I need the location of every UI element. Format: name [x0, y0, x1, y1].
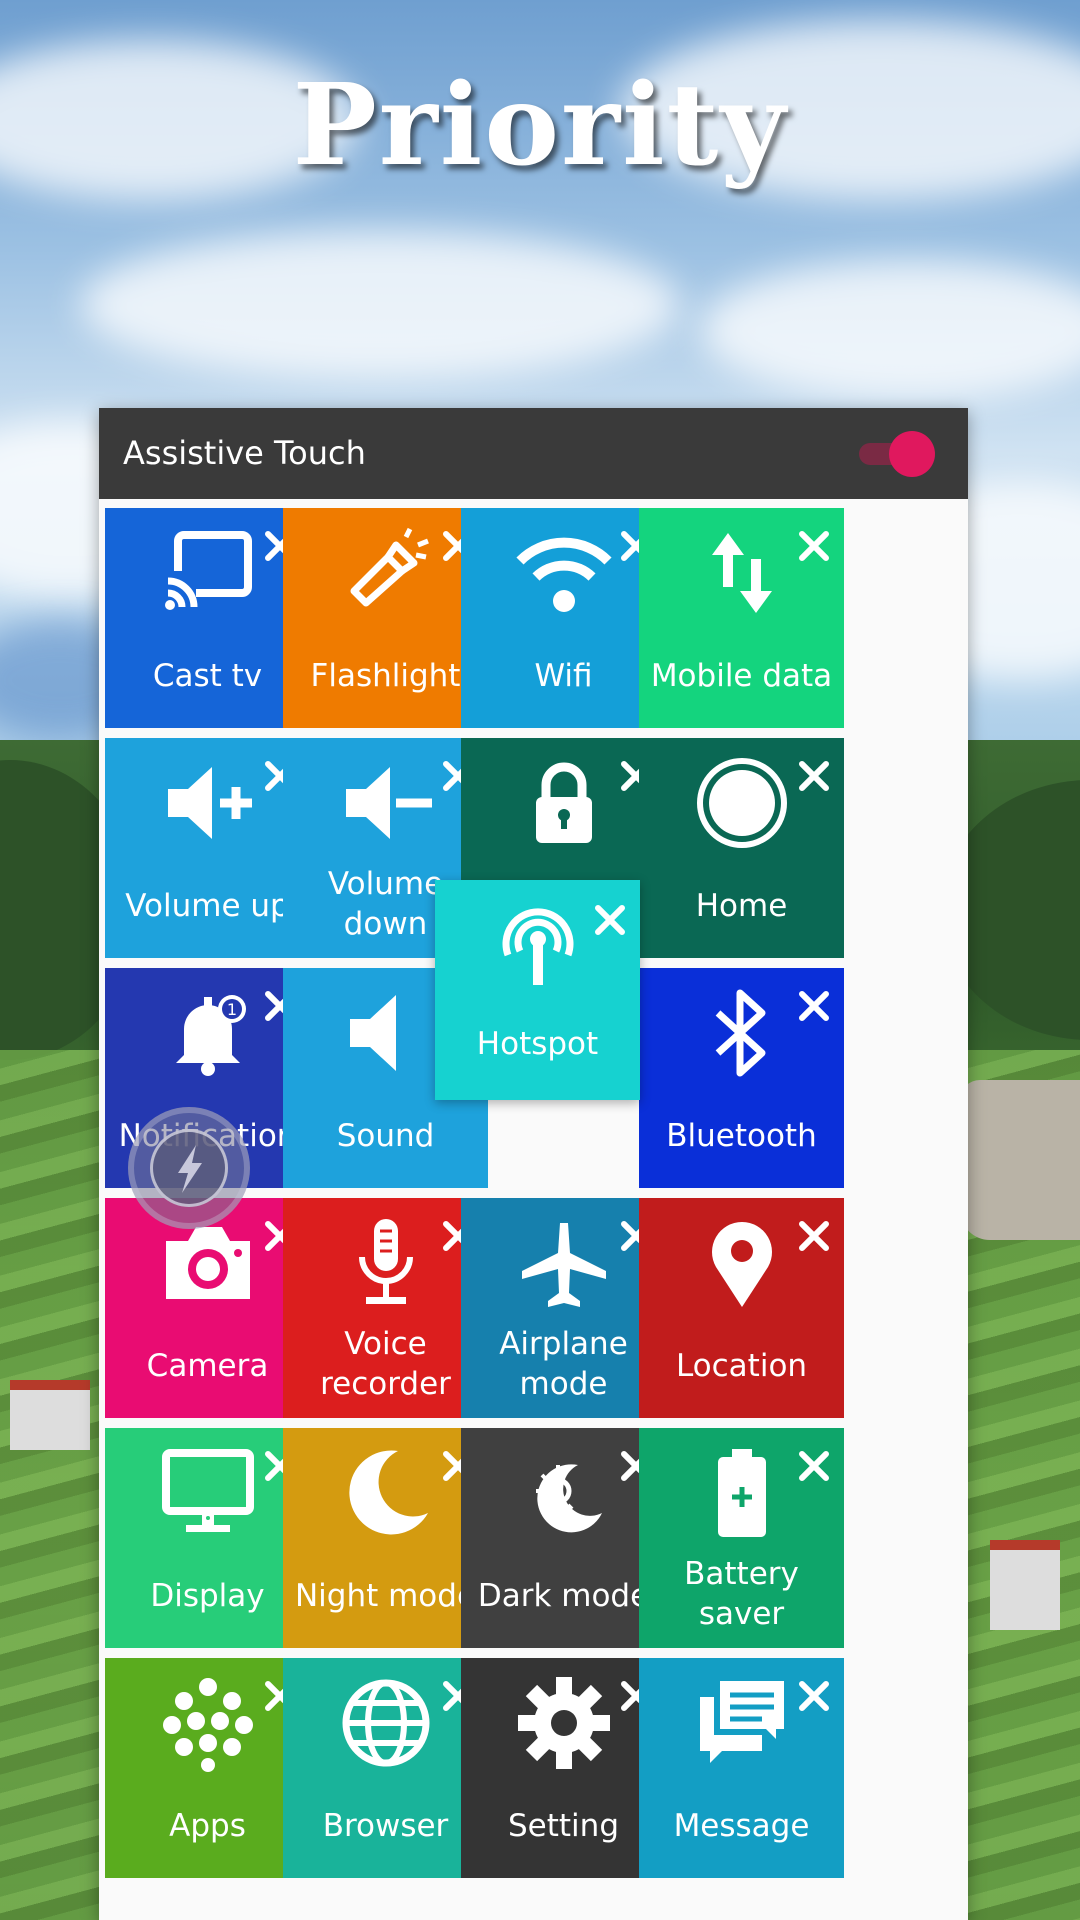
- tile-setting[interactable]: Setting: [461, 1658, 666, 1878]
- tile-apps[interactable]: Apps: [105, 1658, 310, 1878]
- hotspot-tile-dragging[interactable]: Hotspot: [435, 880, 640, 1100]
- tile-wifi[interactable]: Wifi: [461, 508, 666, 728]
- tile-display[interactable]: Display: [105, 1428, 310, 1648]
- tile-dark-mode[interactable]: Dark mode: [461, 1428, 666, 1648]
- panel-title: Assistive Touch: [123, 434, 366, 472]
- tile-voice-recorder[interactable]: Voice recorder: [283, 1198, 488, 1418]
- assistive-touch-toggle[interactable]: [859, 431, 935, 477]
- tile-location[interactable]: Location: [639, 1198, 844, 1418]
- tile-label: Night mode: [294, 1578, 477, 1614]
- tile-label: Volume up: [125, 888, 290, 924]
- tile-bluetooth[interactable]: Bluetooth: [639, 968, 844, 1188]
- tile-label: Home: [695, 888, 788, 924]
- tile-label: Airplane mode: [499, 1326, 628, 1402]
- remove-tile-icon[interactable]: [794, 526, 834, 566]
- tile-label: Message: [673, 1808, 810, 1844]
- page-title: Priority: [292, 60, 788, 191]
- tile-flashlight[interactable]: Flashlight: [283, 508, 488, 728]
- tile-label: Cast tv: [152, 658, 263, 694]
- tile-label: Dark mode: [477, 1578, 650, 1614]
- tile-label: Location: [675, 1348, 808, 1384]
- remove-tile-icon[interactable]: [794, 986, 834, 1026]
- tile-home[interactable]: Home: [639, 738, 844, 958]
- tile-label: Display: [150, 1578, 265, 1614]
- tile-label: Camera: [146, 1348, 269, 1384]
- tile-label: Flashlight: [310, 658, 461, 694]
- remove-hotspot-icon[interactable]: [590, 900, 630, 940]
- tile-browser[interactable]: Browser: [283, 1658, 488, 1878]
- tile-battery-saver[interactable]: Battery saver: [639, 1428, 844, 1648]
- panel-header: Assistive Touch: [99, 408, 968, 499]
- tile-label: Sound: [336, 1118, 435, 1154]
- tile-airplane-mode[interactable]: Airplane mode: [461, 1198, 666, 1418]
- remove-tile-icon[interactable]: [794, 1446, 834, 1486]
- tile-mobile-data[interactable]: Mobile data: [639, 508, 844, 728]
- tile-cast-tv[interactable]: Cast tv: [105, 508, 310, 728]
- tile-label: Wifi: [534, 658, 593, 694]
- tile-camera[interactable]: Camera: [105, 1198, 310, 1418]
- tile-label: Battery saver: [684, 1556, 799, 1632]
- svg-text:1: 1: [226, 1000, 236, 1019]
- remove-tile-icon[interactable]: [794, 1676, 834, 1716]
- tile-label: Bluetooth: [666, 1118, 817, 1154]
- tile-label: Setting: [508, 1808, 619, 1844]
- tile-label: Browser: [322, 1808, 449, 1844]
- tile-label: Mobile data: [650, 658, 833, 694]
- tile-volume-up[interactable]: Volume up: [105, 738, 310, 958]
- bolt-icon: [178, 1145, 202, 1193]
- remove-tile-icon[interactable]: [794, 1216, 834, 1256]
- tile-night-mode[interactable]: Night mode: [283, 1428, 488, 1648]
- tile-message[interactable]: Message: [639, 1658, 844, 1878]
- assistive-touch-button[interactable]: [128, 1107, 250, 1229]
- tile-label: Voice recorder: [320, 1326, 451, 1402]
- tile-label: Apps: [169, 1808, 246, 1844]
- remove-tile-icon[interactable]: [794, 756, 834, 796]
- hotspot-label: Hotspot: [476, 1026, 599, 1062]
